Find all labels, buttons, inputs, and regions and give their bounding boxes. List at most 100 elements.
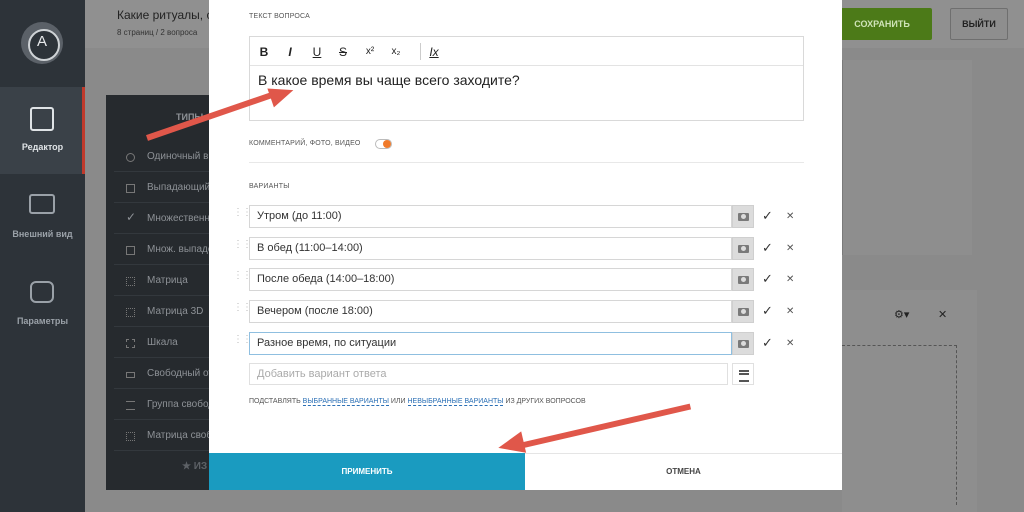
type-label: Множ. выпадо	[147, 244, 214, 255]
drag-handle-icon[interactable]: ⋮⋮	[233, 303, 252, 318]
question-types-panel: ТИПЫ Одиночный вы Выпадающий ✓ Множествен…	[106, 95, 221, 490]
nav-item-appearance[interactable]: Внешний вид	[0, 174, 85, 261]
dropdown-icon	[126, 246, 135, 255]
substitute-line: ПОДСТАВЛЯТЬ ВЫБРАННЫЕ ВАРИАНТЫ ИЛИ НЕВЫБ…	[249, 398, 586, 406]
type-item[interactable]: Шкала	[114, 329, 221, 358]
exit-button[interactable]: ВЫЙТИ	[950, 8, 1008, 40]
type-item[interactable]: Свободный от	[114, 360, 221, 389]
drag-handle-icon[interactable]: ⋮⋮	[233, 240, 252, 255]
active-indicator	[82, 87, 85, 174]
apply-button[interactable]: ПРИМЕНИТЬ	[209, 453, 525, 490]
type-item[interactable]: Матрица своб	[114, 422, 221, 451]
add-option-input[interactable]: Добавить вариант ответа	[249, 363, 728, 385]
selected-options-link[interactable]: ВЫБРАННЫЕ ВАРИАНТЫ	[302, 398, 389, 406]
dropdown-icon	[126, 184, 135, 193]
type-label: Матрица	[147, 275, 188, 286]
question-editor[interactable]: B I U S x² x₂ Ix В какое время вы чаще в…	[249, 36, 804, 121]
nav-label: Параметры	[16, 316, 69, 326]
nav-item-parameters[interactable]: Параметры	[0, 261, 85, 348]
list-icon	[126, 401, 135, 410]
check-icon: ✓	[126, 210, 137, 224]
delete-icon[interactable]: ✕	[786, 306, 794, 317]
camera-icon[interactable]	[732, 300, 754, 323]
nav-item-editor[interactable]: Редактор	[0, 87, 85, 174]
divider	[249, 162, 804, 163]
delete-icon[interactable]: ✕	[786, 211, 794, 222]
cancel-button[interactable]: ОТМЕНА	[525, 453, 842, 490]
app-logo[interactable]: A	[21, 22, 63, 64]
logo-letter: A	[36, 33, 47, 50]
type-item[interactable]: Множ. выпадо	[114, 236, 221, 265]
nav-label: Внешний вид	[12, 229, 73, 239]
page-panel	[842, 60, 972, 255]
options-label: ВАРИАНТЫ	[249, 183, 290, 190]
option-input[interactable]: Вечером (после 18:00)	[249, 300, 732, 323]
underline-button[interactable]: U	[309, 44, 325, 60]
matrix-3d-icon	[126, 308, 135, 317]
bold-button[interactable]: B	[256, 44, 272, 60]
type-item[interactable]: ✓ Множественн	[114, 205, 221, 234]
camera-icon[interactable]	[732, 237, 754, 260]
type-label: Одиночный вы	[147, 151, 216, 162]
type-label: Группа свобод	[147, 399, 215, 410]
camera-icon[interactable]	[732, 268, 754, 291]
question-text-label: ТЕКСТ ВОПРОСА	[249, 13, 311, 20]
option-input[interactable]: В обед (11:00–14:00)	[249, 237, 732, 260]
delete-icon[interactable]: ✕	[786, 338, 794, 349]
survey-subtitle: 8 страниц / 2 вопроса	[117, 28, 198, 37]
drag-handle-icon[interactable]: ⋮⋮	[233, 271, 252, 286]
scale-icon	[126, 339, 135, 348]
comment-toggle[interactable]	[375, 139, 392, 149]
check-icon[interactable]: ✓	[762, 335, 773, 351]
type-item[interactable]: Одиночный вы	[114, 143, 221, 172]
monitor-icon	[29, 194, 55, 214]
type-item[interactable]: Матрица 3D	[114, 298, 221, 327]
question-text[interactable]: В какое время вы чаще всего заходите?	[258, 72, 520, 88]
substitute-or: ИЛИ	[390, 398, 406, 405]
edit-icon	[30, 107, 54, 131]
toolbar-separator	[420, 43, 421, 60]
check-icon[interactable]: ✓	[762, 303, 773, 319]
gear-icon[interactable]: ⚙▾	[894, 308, 909, 321]
camera-icon[interactable]	[732, 332, 754, 355]
type-label: Множественн	[147, 213, 210, 224]
check-icon[interactable]: ✓	[762, 271, 773, 287]
matrix-icon	[126, 277, 135, 286]
save-button[interactable]: СОХРАНИТЬ	[832, 8, 932, 40]
subscript-button[interactable]: x₂	[388, 44, 404, 60]
type-item[interactable]: Выпадающий	[114, 174, 221, 203]
type-label: Матрица 3D	[147, 306, 204, 317]
option-input[interactable]: После обеда (14:00–18:00)	[249, 268, 732, 291]
type-label: Матрица своб	[147, 430, 213, 441]
bulk-list-icon[interactable]	[732, 363, 754, 385]
option-input[interactable]: Утром (до 11:00)	[249, 205, 732, 228]
type-label: Свободный от	[147, 368, 213, 379]
drag-handle-icon[interactable]: ⋮⋮	[233, 208, 252, 223]
toggles-icon	[30, 281, 54, 303]
comment-label: КОММЕНТАРИЙ, ФОТО, ВИДЕО	[249, 140, 361, 147]
drop-zone	[842, 345, 957, 505]
camera-icon[interactable]	[732, 205, 754, 228]
type-item[interactable]: Матрица	[114, 267, 221, 296]
editor-toolbar: B I U S x² x₂ Ix	[250, 37, 803, 66]
check-icon[interactable]: ✓	[762, 208, 773, 224]
text-icon	[126, 372, 135, 378]
delete-icon[interactable]: ✕	[786, 243, 794, 254]
delete-icon[interactable]: ✕	[786, 274, 794, 285]
close-icon[interactable]: ✕	[938, 308, 947, 321]
strikethrough-button[interactable]: S	[335, 44, 351, 60]
check-icon[interactable]: ✓	[762, 240, 773, 256]
clear-format-button[interactable]: Ix	[426, 44, 442, 60]
matrix-icon	[126, 432, 135, 441]
type-item[interactable]: Группа свобод	[114, 391, 221, 420]
radio-icon	[126, 153, 135, 162]
superscript-button[interactable]: x²	[362, 44, 378, 60]
drag-handle-icon[interactable]: ⋮⋮	[233, 335, 252, 350]
substitute-suffix: ИЗ ДРУГИХ ВОПРОСОВ	[505, 398, 586, 405]
unselected-options-link[interactable]: НЕВЫБРАННЫЕ ВАРИАНТЫ	[407, 398, 504, 406]
italic-button[interactable]: I	[282, 44, 298, 60]
type-label: Выпадающий	[147, 182, 211, 193]
option-input[interactable]: Разное время, по ситуации	[249, 332, 732, 355]
substitute-prefix: ПОДСТАВЛЯТЬ	[249, 398, 301, 405]
survey-title: Какие ритуалы, со	[117, 8, 220, 22]
